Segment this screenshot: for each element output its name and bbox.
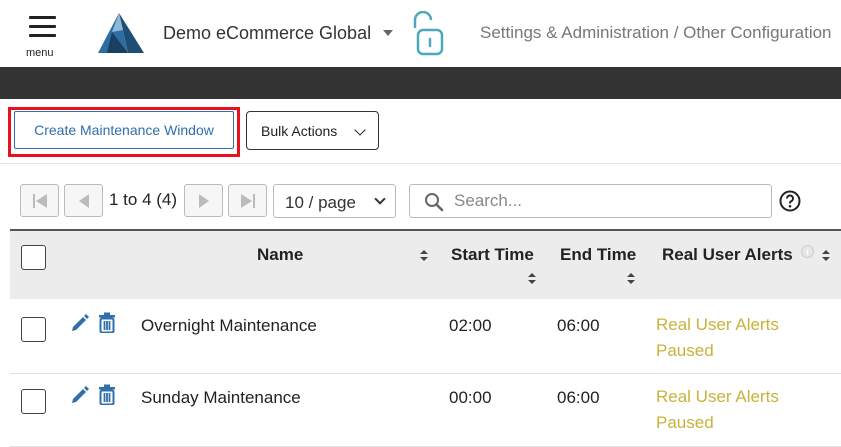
row-start-time: 02:00 <box>449 316 492 335</box>
dark-nav-bar <box>0 67 841 99</box>
info-icon[interactable]: i <box>801 245 814 258</box>
breadcrumb: Settings & Administration / Other Config… <box>480 23 832 42</box>
table-row: Overnight Maintenance 02:00 06:00 Real U… <box>10 301 841 374</box>
menu-button[interactable]: menu <box>22 14 62 62</box>
create-maintenance-window-button[interactable]: Create Maintenance Window <box>14 111 234 149</box>
org-name[interactable]: Demo eCommerce Global <box>163 23 371 44</box>
next-page-icon <box>199 194 209 208</box>
help-icon[interactable] <box>779 190 801 212</box>
menu-icon <box>29 16 56 19</box>
menu-icon-bar <box>29 34 56 37</box>
row-alert-status: Real User Alerts Paused <box>656 315 779 360</box>
row-start-time: 00:00 <box>449 388 492 407</box>
delete-icon[interactable] <box>98 312 116 333</box>
row-end-time: 06:00 <box>557 316 600 335</box>
pagination-range: 1 to 4 (4) <box>109 190 178 209</box>
column-header-name[interactable]: Name <box>257 245 303 265</box>
row-alert-status: Real User Alerts Paused <box>656 387 779 432</box>
last-page-button[interactable] <box>228 184 267 217</box>
menu-icon-bar <box>29 25 56 28</box>
column-header-start-time[interactable]: Start Time <box>451 245 534 265</box>
last-page-icon <box>241 194 255 208</box>
divider <box>0 163 841 164</box>
row-checkbox[interactable] <box>21 317 46 342</box>
per-page-select[interactable]: 10 / page <box>273 184 396 218</box>
row-name: Sunday Maintenance <box>141 388 301 407</box>
edit-icon[interactable] <box>70 313 90 333</box>
menu-label: menu <box>26 47 54 59</box>
first-page-button[interactable] <box>20 184 59 217</box>
column-header-end-time[interactable]: End Time <box>560 245 636 265</box>
column-header-real-user-alerts[interactable]: Real User Alerts <box>662 245 793 265</box>
row-end-time: 06:00 <box>557 388 600 407</box>
row-name: Overnight Maintenance <box>141 316 317 335</box>
sort-name-icon[interactable] <box>420 250 428 262</box>
bulk-actions-button[interactable]: Bulk Actions <box>246 111 379 150</box>
table-row: Sunday Maintenance 00:00 06:00 Real User… <box>10 374 841 447</box>
row-checkbox[interactable] <box>21 389 46 414</box>
chevron-down-icon <box>374 193 386 205</box>
prev-page-icon <box>79 194 89 208</box>
lock-open-icon[interactable] <box>410 11 444 57</box>
sort-real-user-alerts-icon[interactable] <box>822 250 830 262</box>
select-all-checkbox[interactable] <box>21 245 46 270</box>
next-page-button[interactable] <box>184 184 223 217</box>
delete-icon[interactable] <box>98 384 116 405</box>
search-icon <box>425 193 444 212</box>
table-header: Name Start Time End Time Real User Alert… <box>10 229 841 299</box>
search-box[interactable] <box>409 184 772 218</box>
first-page-icon <box>33 194 47 208</box>
prev-page-button[interactable] <box>64 184 103 217</box>
org-dropdown-caret-icon[interactable] <box>383 30 393 36</box>
search-input[interactable] <box>454 189 754 213</box>
edit-icon[interactable] <box>70 385 90 405</box>
per-page-value: 10 / page <box>285 193 356 212</box>
bulk-actions-label: Bulk Actions <box>261 122 338 139</box>
top-header: menu Demo eCommerce Global Settings & Ad… <box>0 0 841 67</box>
sort-start-time-icon[interactable] <box>528 273 536 285</box>
logo-icon[interactable] <box>97 12 145 54</box>
sort-end-time-icon[interactable] <box>627 273 635 285</box>
chevron-down-icon <box>354 124 366 136</box>
